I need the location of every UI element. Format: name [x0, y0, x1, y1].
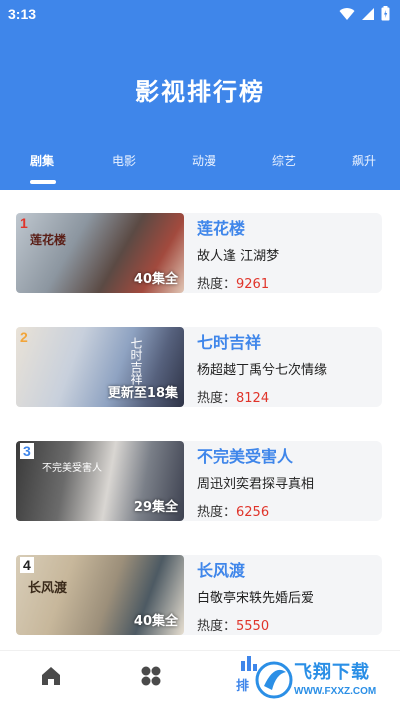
item-description: 周迅刘奕君探寻真相	[197, 477, 315, 492]
rank-number: 2	[20, 329, 28, 345]
heat-label: 热度：	[197, 619, 237, 634]
poster-thumbnail: 莲花楼 1 40集全	[16, 213, 184, 293]
heat-label: 热度：	[197, 505, 237, 520]
watermark-logo-icon	[255, 661, 293, 699]
rank-number: 3	[20, 443, 34, 459]
ranking-list[interactable]: 莲花楼 1 40集全 莲花楼 故人逢 江湖梦 热度：9261 七时吉祥 2 更新…	[0, 190, 400, 650]
item-info: 长风渡 白敬亭宋轶先婚后爱 热度：5550	[197, 555, 374, 635]
episode-badge: 40集全	[133, 272, 178, 287]
episode-badge: 40集全	[133, 614, 178, 629]
nav-ranking-label[interactable]: 排	[236, 675, 249, 694]
heat-row: 热度：6256	[197, 501, 269, 520]
tab-drama[interactable]: 剧集	[30, 152, 54, 169]
poster-title: 莲花楼	[30, 233, 67, 247]
grid-icon	[141, 666, 161, 686]
nav-home[interactable]	[40, 665, 62, 691]
poster-title: 七时吉祥	[129, 337, 143, 385]
item-title[interactable]: 长风渡	[197, 557, 245, 581]
tab-movie[interactable]: 电影	[112, 152, 136, 169]
item-info: 不完美受害人 周迅刘奕君探寻真相 热度：6256	[197, 441, 374, 521]
active-tab-indicator	[30, 180, 56, 184]
item-description: 杨超越丁禹兮七次情缘	[197, 363, 328, 378]
page-title: 影视排行榜	[135, 78, 265, 106]
list-item[interactable]: 不完美受害人 3 29集全 不完美受害人 周迅刘奕君探寻真相 热度：6256	[16, 441, 382, 521]
item-title[interactable]: 七时吉祥	[197, 329, 261, 353]
heat-value: 8124	[236, 391, 270, 406]
wifi-icon	[339, 7, 355, 20]
list-item[interactable]: 七时吉祥 2 更新至18集 七时吉祥 杨超越丁禹兮七次情缘 热度：8124	[16, 327, 382, 407]
status-bar: 3:13	[0, 0, 400, 28]
nav-category[interactable]	[140, 665, 162, 691]
status-time: 3:13	[8, 6, 37, 22]
tab-anime[interactable]: 动漫	[192, 152, 216, 169]
watermark-url: WWW.FXXZ.COM	[294, 686, 377, 697]
heat-value: 6256	[236, 505, 270, 520]
poster-thumbnail: 七时吉祥 2 更新至18集	[16, 327, 184, 407]
tab-rising[interactable]: 飙升	[352, 152, 376, 169]
poster-title: 长风渡	[28, 581, 68, 596]
watermark-text: 飞翔下载	[294, 662, 370, 683]
list-item[interactable]: 莲花楼 1 40集全 莲花楼 故人逢 江湖梦 热度：9261	[16, 213, 382, 293]
item-description: 白敬亭宋轶先婚后爱	[197, 591, 315, 606]
item-description: 故人逢 江湖梦	[197, 249, 280, 264]
rank-number: 1	[20, 215, 28, 231]
poster-title: 不完美受害人	[42, 463, 102, 474]
battery-icon	[381, 6, 390, 21]
list-item[interactable]: 长风渡 4 40集全 长风渡 白敬亭宋轶先婚后爱 热度：5550	[16, 555, 382, 635]
episode-badge: 更新至18集	[107, 386, 178, 401]
category-tabs: 剧集 电影 动漫 综艺 飙升	[0, 150, 400, 190]
heat-row: 热度：5550	[197, 615, 269, 634]
item-info: 七时吉祥 杨超越丁禹兮七次情缘 热度：8124	[197, 327, 374, 407]
heat-value: 5550	[236, 619, 270, 634]
signal-icon	[362, 7, 374, 20]
episode-badge: 29集全	[133, 500, 178, 515]
poster-thumbnail: 不完美受害人 3 29集全	[16, 441, 184, 521]
heat-label: 热度：	[197, 391, 237, 406]
item-title[interactable]: 不完美受害人	[197, 443, 293, 467]
tab-variety[interactable]: 综艺	[272, 152, 296, 169]
home-icon	[42, 667, 60, 685]
app-header: 3:13 影视排行榜 剧集 电影 动漫 综艺 飙升	[0, 0, 400, 190]
watermark: 飞翔下载 WWW.FXXZ.COM	[254, 656, 396, 708]
poster-thumbnail: 长风渡 4 40集全	[16, 555, 184, 635]
heat-row: 热度：9261	[197, 273, 269, 292]
heat-row: 热度：8124	[197, 387, 269, 406]
item-title[interactable]: 莲花楼	[197, 215, 245, 239]
status-icons	[339, 6, 390, 21]
rank-number: 4	[20, 557, 34, 573]
heat-value: 9261	[236, 277, 270, 292]
heat-label: 热度：	[197, 277, 237, 292]
item-info: 莲花楼 故人逢 江湖梦 热度：9261	[197, 213, 374, 293]
